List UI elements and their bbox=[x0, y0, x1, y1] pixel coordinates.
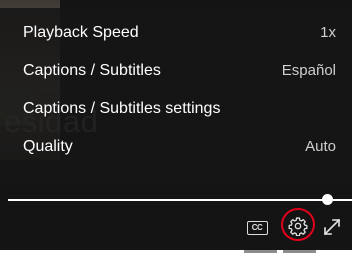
menu-item-label: Captions / Subtitles settings bbox=[23, 100, 221, 117]
menu-item-captions[interactable]: Captions / Subtitles Español bbox=[0, 54, 352, 90]
video-player[interactable]: esidad Playback Speed 1x Captions / Subt… bbox=[0, 0, 352, 250]
menu-item-label: Captions / Subtitles bbox=[23, 62, 161, 79]
fullscreen-button[interactable] bbox=[319, 214, 345, 240]
menu-item-playback-speed[interactable]: Playback Speed 1x bbox=[0, 16, 352, 52]
captions-active-indicator bbox=[244, 250, 277, 253]
progress-bar[interactable] bbox=[0, 192, 352, 212]
gear-icon bbox=[288, 217, 308, 236]
settings-button[interactable] bbox=[282, 211, 314, 241]
closed-captions-icon: CC bbox=[246, 221, 268, 235]
progress-track bbox=[8, 199, 352, 201]
menu-item-value: Auto bbox=[305, 138, 336, 155]
settings-active-indicator bbox=[283, 250, 316, 253]
menu-item-value: 1x bbox=[320, 24, 336, 41]
menu-item-quality[interactable]: Quality Auto bbox=[0, 130, 352, 166]
menu-item-captions-settings[interactable]: Captions / Subtitles settings bbox=[0, 92, 352, 128]
expand-diagonal-icon bbox=[323, 218, 341, 236]
menu-item-value: Español bbox=[281, 62, 336, 79]
progress-thumb[interactable] bbox=[322, 194, 334, 205]
menu-item-label: Playback Speed bbox=[23, 24, 139, 41]
settings-menu: Playback Speed 1x Captions / Subtitles E… bbox=[0, 8, 352, 186]
menu-item-label: Quality bbox=[23, 138, 73, 155]
captions-button[interactable]: CC bbox=[244, 218, 270, 238]
